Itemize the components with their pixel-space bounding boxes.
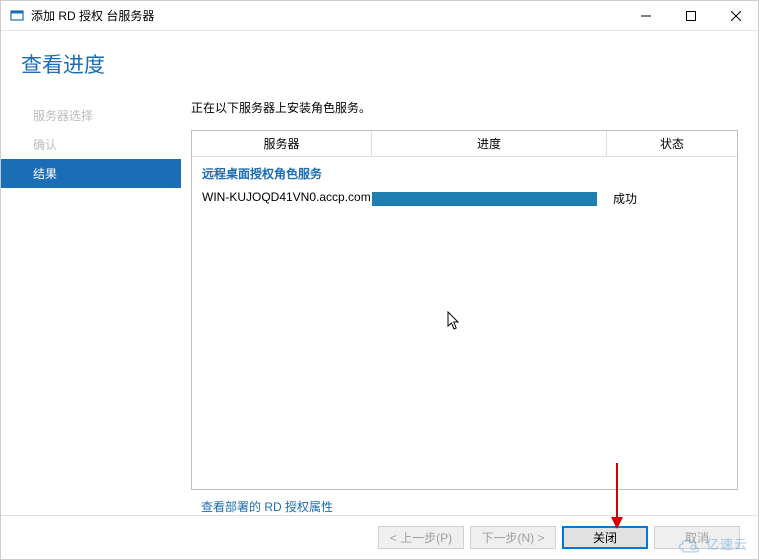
close-button[interactable] <box>713 1 758 30</box>
col-header-status: 状态 <box>607 131 737 156</box>
sidebar-item-confirm[interactable]: 确认 <box>1 130 181 159</box>
view-properties-link[interactable]: 查看部署的 RD 授权属性 <box>201 500 333 514</box>
footer: < 上一步(P) 下一步(N) > 关闭 取消 <box>1 515 758 559</box>
page-header: 查看进度 <box>1 31 758 93</box>
row-status: 成功 <box>607 190 727 207</box>
sidebar-item-results[interactable]: 结果 <box>1 159 181 188</box>
intro-text: 正在以下服务器上安装角色服务。 <box>191 99 738 116</box>
row-progress <box>372 190 607 206</box>
table-row: WIN-KUJOQD41VN0.accp.com 成功 <box>192 188 737 213</box>
sidebar: 服务器选择 确认 结果 <box>1 93 181 515</box>
sidebar-item-server-selection[interactable]: 服务器选择 <box>1 101 181 130</box>
window-controls <box>623 1 758 30</box>
minimize-button[interactable] <box>623 1 668 30</box>
close-wizard-button[interactable]: 关闭 <box>562 526 648 549</box>
col-header-server: 服务器 <box>192 131 372 156</box>
table-header: 服务器 进度 状态 <box>192 131 737 157</box>
wizard-window: 添加 RD 授权 台服务器 查看进度 服务器选择 确认 结果 正在以下服务器上安… <box>0 0 759 560</box>
window-title: 添加 RD 授权 台服务器 <box>31 7 623 24</box>
section-title: 远程桌面授权角色服务 <box>192 157 737 188</box>
row-server-name: WIN-KUJOQD41VN0.accp.com <box>202 190 372 206</box>
page-title: 查看进度 <box>21 49 738 79</box>
col-header-progress: 进度 <box>372 131 607 156</box>
body: 服务器选择 确认 结果 正在以下服务器上安装角色服务。 服务器 进度 状态 远程… <box>1 93 758 515</box>
progress-bar <box>372 192 597 206</box>
app-icon <box>9 8 25 24</box>
link-row: 查看部署的 RD 授权属性 <box>191 490 738 515</box>
maximize-button[interactable] <box>668 1 713 30</box>
prev-button: < 上一步(P) <box>378 526 464 549</box>
titlebar: 添加 RD 授权 台服务器 <box>1 1 758 31</box>
content-area: 正在以下服务器上安装角色服务。 服务器 进度 状态 远程桌面授权角色服务 WIN… <box>181 93 758 515</box>
results-panel: 服务器 进度 状态 远程桌面授权角色服务 WIN-KUJOQD41VN0.acc… <box>191 130 738 490</box>
next-button: 下一步(N) > <box>470 526 556 549</box>
cancel-button: 取消 <box>654 526 740 549</box>
